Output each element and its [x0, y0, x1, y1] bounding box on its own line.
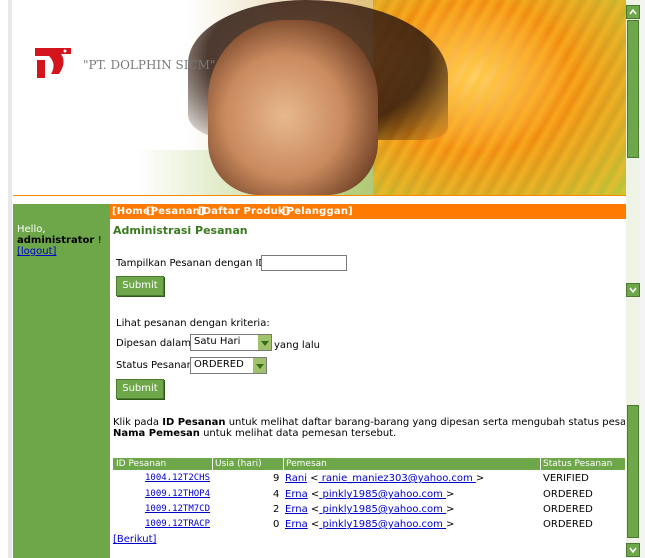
nav-pesanan[interactable]: [Pesanan] [146, 206, 205, 217]
logout-link[interactable]: [logout] [17, 246, 56, 257]
customer-name-link[interactable]: Rani [285, 473, 307, 484]
next-page-link[interactable]: [Berikut] [113, 534, 156, 545]
status-label: Status Pesanan [116, 360, 194, 371]
dolphin-logo-icon [35, 48, 71, 78]
customer-email-link[interactable]: pinkly1985@yahoo.com [319, 489, 446, 500]
order-age: 0 [273, 519, 280, 530]
order-age: 2 [273, 504, 280, 515]
customer-email-link[interactable]: pinkly1985@yahoo.com [319, 519, 446, 530]
col-divider [540, 458, 541, 470]
table-row: 1004.12T2CHS 9 Rani < ranie_maniez303@ya… [113, 471, 625, 486]
order-age: 4 [273, 489, 280, 500]
nav-pelanggan[interactable]: [Pelanggan] [282, 206, 353, 217]
order-status: ORDERED [543, 519, 593, 530]
order-id-link[interactable]: 1009.12TRACP [145, 519, 210, 529]
nav-daftar-produk[interactable]: [Daftar Produk] [198, 206, 290, 217]
browser-viewport: "PT. DOLPHIN SICM" Hello, administrator … [0, 0, 645, 558]
help-text-2: untuk melihat daftar barang-barang yang … [228, 417, 625, 428]
help-text-1: Klik pada [113, 417, 163, 428]
page: "PT. DOLPHIN SICM" Hello, administrator … [13, 0, 626, 558]
table-row: 1009.12THOP4 4 Erna < pinkly1985@yahoo.c… [113, 487, 625, 502]
customer-cell: Erna < pinkly1985@yahoo.com > [285, 519, 455, 530]
orders-table-header: ID Pesanan Usia (hari) Pemesan Status Pe… [113, 458, 625, 470]
col-divider [283, 458, 284, 470]
ordered-within-value: Satu Hari [194, 336, 241, 347]
col-status: Status Pesanan [543, 459, 613, 469]
scroll-up-button[interactable] [626, 5, 640, 19]
frame-scrollbar[interactable] [626, 0, 640, 558]
page-left-border [8, 0, 12, 558]
status-select[interactable]: ORDERED [190, 357, 267, 374]
help-text-bold-1: ID Pesanan [162, 417, 226, 428]
order-status: ORDERED [543, 504, 593, 515]
table-row: 1009.12TRACP 0 Erna < pinkly1985@yahoo.c… [113, 517, 625, 532]
scroll-down-button[interactable] [626, 283, 640, 297]
order-id-link[interactable]: 1009.12THOP4 [145, 489, 210, 499]
chevron-up-icon [629, 8, 637, 15]
col-age: Usia (hari) [215, 459, 262, 469]
chevron-down-icon [253, 358, 266, 373]
scroll-thumb[interactable] [627, 20, 639, 158]
customer-name-link[interactable]: Erna [285, 489, 308, 500]
table-row: 1009.12TM7CD 2 Erna < pinkly1985@yahoo.c… [113, 502, 625, 517]
outer-scroll-thumb[interactable] [627, 405, 639, 538]
submit-criteria-button[interactable]: Submit [116, 379, 164, 399]
ordered-within-label: Dipesan dalam [116, 338, 191, 349]
username: administrator ! [17, 235, 102, 246]
ordered-within-suffix: yang lalu [274, 340, 320, 351]
page-title: Administrasi Pesanan [113, 224, 248, 237]
main-nav: [Home] [Pesanan] [Daftar Produk] [Pelang… [110, 204, 626, 219]
outer-scroll-down-button[interactable] [626, 543, 640, 557]
help-text-bold-2: Nama Pemesan [113, 428, 200, 439]
help-text: Klik pada ID Pesanan untuk melihat dafta… [113, 417, 625, 439]
customer-email-link[interactable]: pinkly1985@yahoo.com [319, 504, 446, 515]
username-suffix: ! [97, 235, 102, 246]
order-status: VERIFIED [543, 473, 589, 484]
order-age: 9 [273, 473, 280, 484]
sidebar [13, 204, 110, 558]
username-text: administrator [17, 235, 95, 246]
customer-email-link[interactable]: ranie_maniez303@yahoo.com [319, 473, 476, 484]
customer-cell: Rani < ranie_maniez303@yahoo.com > [285, 473, 485, 484]
order-id-label: Tampilkan Pesanan dengan ID: [116, 258, 270, 269]
chevron-down-icon [258, 335, 271, 350]
company-name: "PT. DOLPHIN SICM" [83, 58, 216, 72]
chevron-down-icon [629, 547, 637, 554]
window-edge [640, 0, 645, 558]
order-id-link[interactable]: 1004.12T2CHS [145, 473, 210, 483]
customer-name-link[interactable]: Erna [285, 504, 308, 515]
help-text-3: untuk melihat data pemesan tersebut. [199, 428, 397, 439]
customer-cell: Erna < pinkly1985@yahoo.com > [285, 504, 455, 515]
chevron-down-icon [629, 287, 637, 294]
order-id-input[interactable] [261, 255, 347, 271]
customer-cell: Erna < pinkly1985@yahoo.com > [285, 489, 455, 500]
criteria-label: Lihat pesanan dengan kriteria: [116, 318, 270, 329]
status-value: ORDERED [194, 359, 244, 370]
header-banner: "PT. DOLPHIN SICM" [13, 0, 626, 195]
col-id: ID Pesanan [116, 459, 167, 469]
col-divider [212, 458, 213, 470]
order-status: ORDERED [543, 489, 593, 500]
banner-person-image [208, 20, 378, 195]
customer-name-link[interactable]: Erna [285, 519, 308, 530]
col-customer: Pemesan [286, 459, 327, 469]
order-id-link[interactable]: 1009.12TM7CD [145, 504, 210, 514]
ordered-within-select[interactable]: Satu Hari [190, 334, 272, 351]
submit-id-button[interactable]: Submit [116, 276, 164, 296]
greeting-text: Hello, [17, 224, 46, 235]
